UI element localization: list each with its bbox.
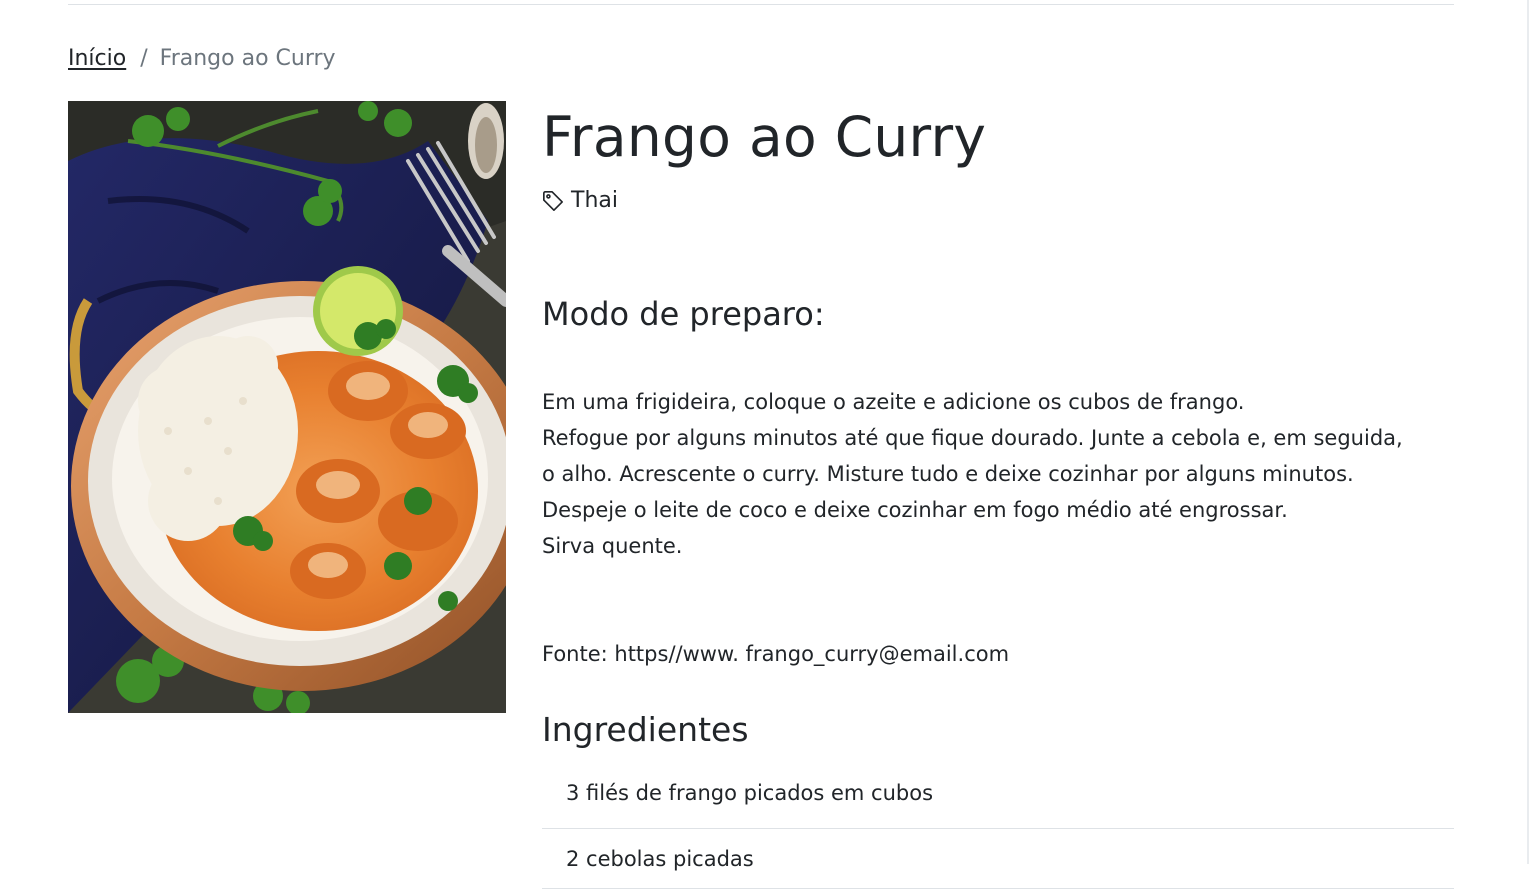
recipe-photo	[68, 101, 506, 713]
recipe-source: Fonte: https//www. frango_curry@email.co…	[542, 642, 1010, 666]
cuisine-tag-label: Thai	[571, 188, 618, 213]
preparation-line: Refogue por alguns minutos até que fique…	[542, 426, 1403, 450]
breadcrumb-current: Frango ao Curry	[159, 46, 336, 71]
recipe-title: Frango ao Curry	[542, 105, 987, 169]
breadcrumb: Início / Frango ao Curry	[68, 44, 336, 74]
ingredients-list: 3 filés de frango picados em cubos 2 ceb…	[542, 770, 1454, 889]
tag-icon	[543, 190, 563, 211]
preparation-line: o alho. Acrescente o curry. Misture tudo…	[542, 462, 1354, 486]
ingredient-item: 2 cebolas picadas	[542, 829, 1454, 889]
preparation-heading: Modo de preparo:	[542, 295, 825, 333]
breadcrumb-home-link[interactable]: Início	[68, 46, 126, 71]
ingredient-item: 3 filés de frango picados em cubos	[542, 770, 1454, 829]
preparation-text: Em uma frigideira, coloque o azeite e ad…	[542, 384, 1442, 564]
preparation-line: Despeje o leite de coco e deixe cozinhar…	[542, 498, 1288, 522]
recipe-content: Frango ao Curry Thai Modo de preparo: Em…	[542, 100, 1454, 889]
ingredients-heading: Ingredientes	[542, 710, 749, 749]
preparation-line: Sirva quente.	[542, 534, 683, 558]
preparation-line: Em uma frigideira, coloque o azeite e ad…	[542, 390, 1245, 414]
header-divider	[68, 4, 1454, 5]
breadcrumb-separator: /	[140, 46, 148, 71]
cuisine-tag[interactable]: Thai	[542, 188, 618, 213]
